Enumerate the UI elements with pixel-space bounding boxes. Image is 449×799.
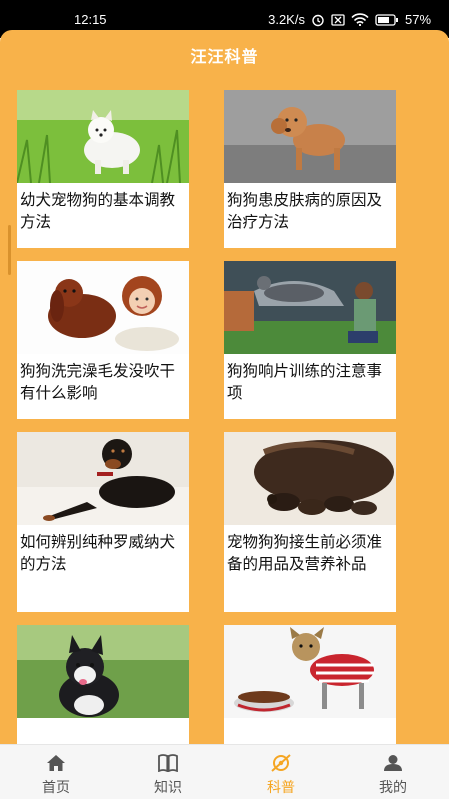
article-image-white-puppy — [17, 90, 189, 183]
home-icon — [47, 755, 65, 771]
article-image-poodle-puppy — [224, 90, 396, 183]
network-speed: 3.2K/s — [268, 12, 305, 27]
status-icons: 3.2K/s 57% — [268, 12, 431, 27]
article-image-girl-with-spaniel — [17, 261, 189, 354]
article-title: 狗狗洗完澡毛发没吹干有什么影响 — [20, 362, 176, 402]
article-card[interactable]: 狗狗响片训练的注意事项 — [224, 261, 396, 419]
article-title: 狗狗响片训练的注意事项 — [227, 362, 383, 402]
article-card[interactable]: 幼犬宠物狗的基本调教方法 — [17, 90, 189, 248]
science-icon — [271, 754, 291, 772]
article-title: 狗狗患皮肤病的原因及治疗方法 — [227, 191, 383, 231]
article-card[interactable]: 狗狗洗完澡毛发没吹干有什么影响 — [17, 261, 189, 419]
tab-science-label: 科普 — [267, 780, 295, 796]
user-icon — [384, 755, 402, 771]
book-icon — [158, 754, 178, 772]
tab-mine[interactable]: 我的 — [353, 745, 433, 799]
wifi-icon — [351, 13, 369, 26]
article-image-rottweiler — [17, 432, 189, 525]
app-container: 汪汪科普 幼犬宠物狗的基本调教方法 狗狗患皮肤病的原因及治疗方法 狗狗洗完澡毛发… — [0, 30, 449, 799]
article-image-border-collie — [224, 261, 396, 354]
article-card[interactable]: 宠物狗狗接生前必须准备的用品及营养补品 — [224, 432, 396, 612]
article-title — [224, 718, 396, 724]
scroll-indicator — [8, 225, 11, 275]
article-title — [17, 718, 189, 724]
article-image-yorkie-with-food-bowl — [224, 625, 396, 718]
battery-level: 57% — [404, 12, 431, 27]
tab-knowledge[interactable]: 知识 — [128, 745, 208, 799]
status-time: 12:15 — [74, 12, 107, 27]
tab-home-label: 首页 — [42, 780, 70, 796]
article-title: 幼犬宠物狗的基本调教方法 — [20, 191, 176, 231]
tab-mine-label: 我的 — [379, 780, 407, 796]
bottom-tab-bar: 首页 知识 科普 我的 — [0, 744, 449, 799]
article-title: 如何辨别纯种罗威纳犬的方法 — [20, 533, 176, 573]
tab-knowledge-label: 知识 — [154, 780, 182, 796]
tab-science[interactable]: 科普 — [241, 745, 321, 799]
alarm-icon — [312, 14, 324, 26]
battery-icon — [375, 13, 398, 26]
article-title: 宠物狗狗接生前必须准备的用品及营养补品 — [227, 533, 383, 573]
tab-home[interactable]: 首页 — [16, 745, 96, 799]
sim-off-icon — [331, 13, 345, 26]
article-card[interactable]: 如何辨别纯种罗威纳犬的方法 — [17, 432, 189, 612]
article-image-husky-puppy — [17, 625, 189, 718]
page-title: 汪汪科普 — [190, 47, 259, 66]
article-image-mother-dog-with-puppies — [224, 432, 396, 525]
article-card[interactable]: 狗狗患皮肤病的原因及治疗方法 — [224, 90, 396, 248]
